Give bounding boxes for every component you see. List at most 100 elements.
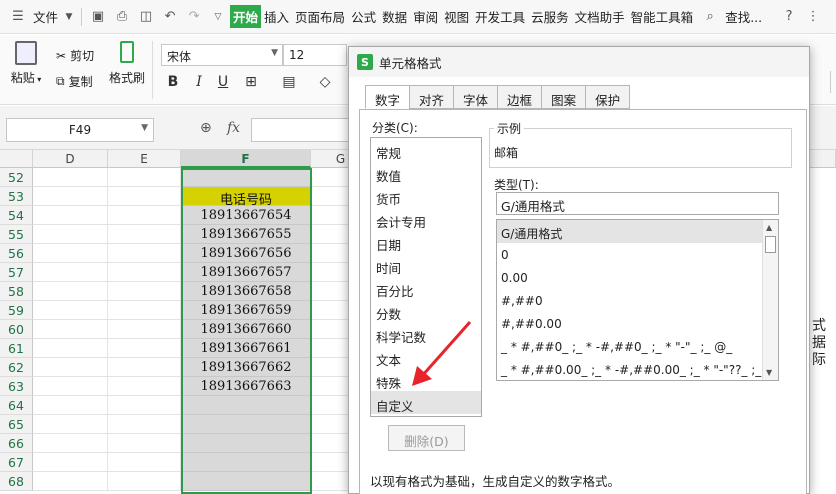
category-item[interactable]: 货币	[371, 184, 481, 207]
scroll-up-icon[interactable]: ▲	[766, 223, 772, 232]
category-item[interactable]: 会计专用	[371, 207, 481, 230]
row-header[interactable]: 55	[0, 225, 33, 244]
cell-e[interactable]	[108, 396, 181, 415]
tab-cloud[interactable]: 云服务	[528, 7, 572, 26]
cell-d[interactable]	[33, 453, 108, 472]
tab-smart-toolbox[interactable]: 智能工具箱	[628, 7, 697, 26]
cell-d[interactable]	[33, 206, 108, 225]
row-header[interactable]: 68	[0, 472, 33, 491]
category-list[interactable]: 常规 数值 货币 会计专用 日期 时间 百分比 分数 科学记数 文本 特殊 自定义	[370, 137, 482, 417]
category-item[interactable]: 常规	[371, 138, 481, 161]
more-icon[interactable]: ⋮	[803, 7, 823, 27]
tab-protection[interactable]: 保护	[585, 85, 631, 109]
tab-border[interactable]: 边框	[497, 85, 542, 109]
category-item[interactable]: 百分比	[371, 276, 481, 299]
cell-e[interactable]	[108, 339, 181, 358]
row-header[interactable]: 62	[0, 358, 33, 377]
cell-d[interactable]	[33, 396, 108, 415]
row-header[interactable]: 61	[0, 339, 33, 358]
row-header[interactable]: 53	[0, 187, 33, 206]
row-header[interactable]: 63	[0, 377, 33, 396]
row-header[interactable]: 64	[0, 396, 33, 415]
cell-d[interactable]	[33, 358, 108, 377]
chevron-down-icon[interactable]: ▼	[63, 7, 75, 27]
cell-d[interactable]	[33, 168, 108, 187]
undo-icon[interactable]: ↶	[160, 7, 180, 27]
scroll-down-icon[interactable]: ▼	[766, 368, 772, 377]
type-list-item[interactable]: 0.00	[497, 266, 762, 289]
phone-cell[interactable]: 18913667654	[181, 206, 311, 225]
row-header[interactable]: 59	[0, 301, 33, 320]
copy-button[interactable]: ⧉ 复制	[56, 73, 93, 90]
cell-d[interactable]	[33, 244, 108, 263]
print-preview-icon[interactable]: ◫	[136, 7, 156, 27]
help-icon[interactable]: ?	[779, 7, 799, 27]
phone-cell[interactable]	[181, 472, 311, 491]
category-item[interactable]: 数值	[371, 161, 481, 184]
cut-button[interactable]: ✂ 剪切	[56, 47, 94, 64]
cell-d[interactable]	[33, 339, 108, 358]
corner-cell[interactable]	[0, 150, 33, 168]
font-name-select[interactable]: 宋体 ▼	[161, 44, 283, 66]
type-list-item[interactable]: G/通用格式	[497, 220, 762, 243]
category-item[interactable]: 时间	[371, 253, 481, 276]
italic-button[interactable]: I	[188, 71, 210, 93]
cell-d[interactable]	[33, 263, 108, 282]
search-box[interactable]: 查找...	[722, 7, 765, 26]
phone-cell[interactable]	[181, 168, 311, 187]
cell-d[interactable]	[33, 187, 108, 206]
column-header-f[interactable]: F	[181, 150, 311, 168]
tab-insert[interactable]: 插入	[261, 7, 292, 26]
cell-d[interactable]	[33, 301, 108, 320]
dialog-title-bar[interactable]: S 单元格格式	[349, 47, 809, 77]
tab-alignment[interactable]: 对齐	[409, 85, 454, 109]
phone-header-cell[interactable]: 电话号码	[181, 187, 311, 208]
phone-cell[interactable]: 18913667661	[181, 339, 311, 358]
cell-e[interactable]	[108, 282, 181, 301]
type-list-item[interactable]: _ * #,##0.00_ ;_ * -#,##0.00_ ;_ * "-"??…	[497, 358, 762, 380]
fx-icon[interactable]: fx	[227, 120, 240, 136]
type-list[interactable]: G/通用格式 0 0.00 #,##0 #,##0.00 _ * #,##0_ ;_ * …	[496, 219, 779, 381]
row-header[interactable]: 65	[0, 415, 33, 434]
hamburger-menu-icon[interactable]: ☰	[8, 7, 28, 27]
cell-e[interactable]	[108, 415, 181, 434]
paste-button[interactable]: 粘贴 ▾	[8, 41, 44, 86]
format-painter-button[interactable]: 格式刷	[106, 41, 148, 86]
tab-developer[interactable]: 开发工具	[472, 7, 528, 26]
phone-cell[interactable]: 18913667657	[181, 263, 311, 282]
save-icon[interactable]: ▣	[88, 7, 108, 27]
category-item[interactable]: 特殊	[371, 368, 481, 391]
cell-e[interactable]	[108, 206, 181, 225]
category-item[interactable]: 文本	[371, 345, 481, 368]
scroll-thumb[interactable]	[765, 236, 776, 253]
cell-d[interactable]	[33, 434, 108, 453]
cell-d[interactable]	[33, 472, 108, 491]
phone-cell[interactable]: 18913667656	[181, 244, 311, 263]
tab-font[interactable]: 字体	[453, 85, 498, 109]
category-item[interactable]: 科学记数	[371, 322, 481, 345]
cell-e[interactable]	[108, 472, 181, 491]
font-color-icon[interactable]: ◇	[314, 71, 336, 93]
cell-e[interactable]	[108, 168, 181, 187]
cell-e[interactable]	[108, 377, 181, 396]
cell-e[interactable]	[108, 358, 181, 377]
tab-number[interactable]: 数字	[365, 85, 410, 109]
row-header[interactable]: 60	[0, 320, 33, 339]
type-list-item[interactable]: 0	[497, 243, 762, 266]
cell-e[interactable]	[108, 453, 181, 472]
phone-cell[interactable]: 18913667660	[181, 320, 311, 339]
row-header[interactable]: 66	[0, 434, 33, 453]
type-list-scrollbar[interactable]: ▲ ▼	[762, 220, 778, 380]
cell-d[interactable]	[33, 377, 108, 396]
phone-cell[interactable]: 18913667662	[181, 358, 311, 377]
tab-review[interactable]: 审阅	[410, 7, 441, 26]
cell-e[interactable]	[108, 320, 181, 339]
phone-cell[interactable]	[181, 453, 311, 472]
phone-cell[interactable]	[181, 396, 311, 415]
file-menu[interactable]: 文件	[30, 7, 61, 26]
phone-cell[interactable]: 18913667655	[181, 225, 311, 244]
column-header-e[interactable]: E	[108, 150, 181, 168]
tab-page-layout[interactable]: 页面布局	[292, 7, 348, 26]
cell-e[interactable]	[108, 301, 181, 320]
cell-d[interactable]	[33, 415, 108, 434]
